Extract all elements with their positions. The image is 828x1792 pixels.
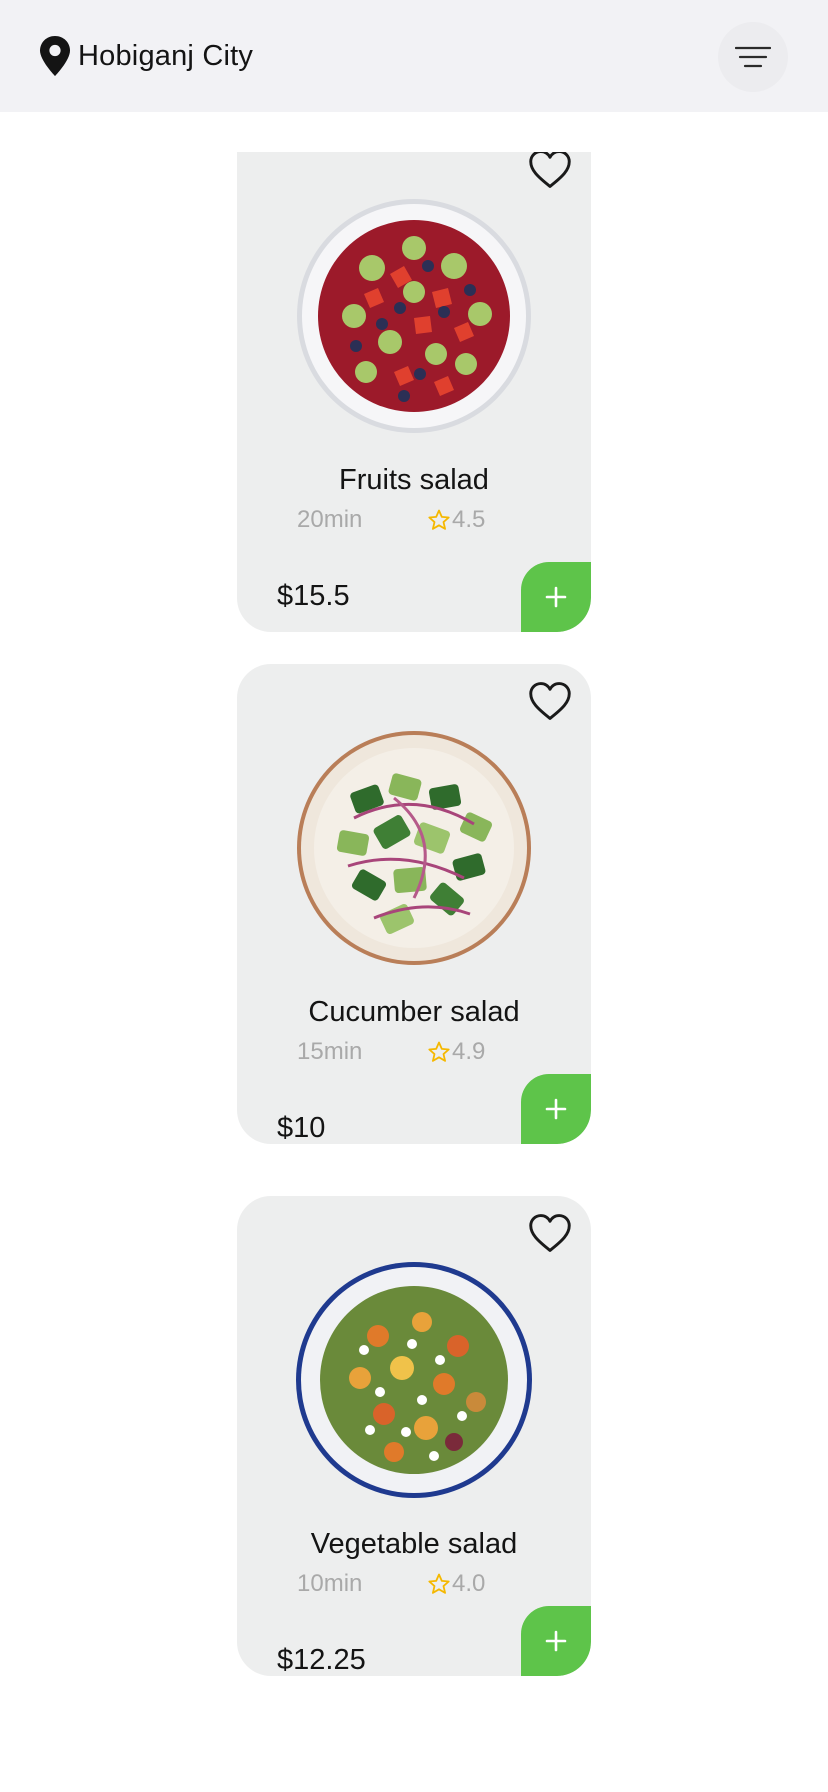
heart-icon (528, 1212, 572, 1254)
food-name: Vegetable salad (310, 1528, 518, 1560)
add-to-cart-button[interactable] (521, 1074, 591, 1144)
rating: 4.5 (427, 506, 485, 534)
prep-time: 15min (297, 1038, 363, 1065)
favorite-button[interactable] (527, 678, 573, 724)
heart-icon (528, 152, 572, 190)
location-selector[interactable]: Hobiganj City (38, 34, 253, 78)
plus-icon (545, 586, 567, 608)
favorite-button[interactable] (527, 152, 573, 192)
star-icon (427, 508, 451, 532)
food-card[interactable]: Cucumber salad 15min 4.9 $10 (237, 664, 591, 1144)
favorite-button[interactable] (527, 1210, 573, 1256)
location-label: Hobiganj City (78, 39, 254, 72)
plus-icon (545, 1630, 567, 1652)
prep-time: 10min (297, 1570, 363, 1597)
star-icon (427, 1040, 451, 1064)
food-name: Fruits salad (339, 464, 489, 496)
rating: 4.9 (427, 1038, 485, 1066)
menu-button[interactable] (718, 22, 788, 92)
food-meta: 10min 4.0 (297, 1570, 497, 1600)
prep-time: 20min (297, 506, 363, 533)
rating-value: 4.5 (452, 506, 486, 533)
rating-value: 4.9 (452, 1038, 486, 1065)
add-to-cart-button[interactable] (521, 1606, 591, 1676)
app-bar: Hobiganj City (0, 0, 828, 112)
menu-icon (735, 46, 771, 68)
map-pin-icon (40, 36, 70, 76)
fruits-salad-image (297, 199, 531, 433)
rating: 4.0 (427, 1570, 485, 1598)
price: $12.25 (277, 1644, 366, 1676)
vegetable-salad-image (296, 1262, 532, 1498)
rating-value: 4.0 (452, 1570, 486, 1597)
add-to-cart-button[interactable] (521, 562, 591, 632)
star-icon (427, 1572, 451, 1596)
cucumber-salad-image (297, 731, 531, 965)
heart-icon (528, 680, 572, 722)
food-meta: 15min 4.9 (297, 1038, 497, 1068)
food-card[interactable]: Fruits salad 20min 4.5 $15.5 (237, 152, 591, 632)
food-meta: 20min 4.5 (297, 506, 497, 536)
price: $15.5 (277, 580, 350, 612)
food-card[interactable]: Vegetable salad 10min 4.0 $12.25 (237, 1196, 591, 1676)
food-name: Cucumber salad (308, 996, 520, 1028)
plus-icon (545, 1098, 567, 1120)
price: $10 (277, 1112, 326, 1144)
